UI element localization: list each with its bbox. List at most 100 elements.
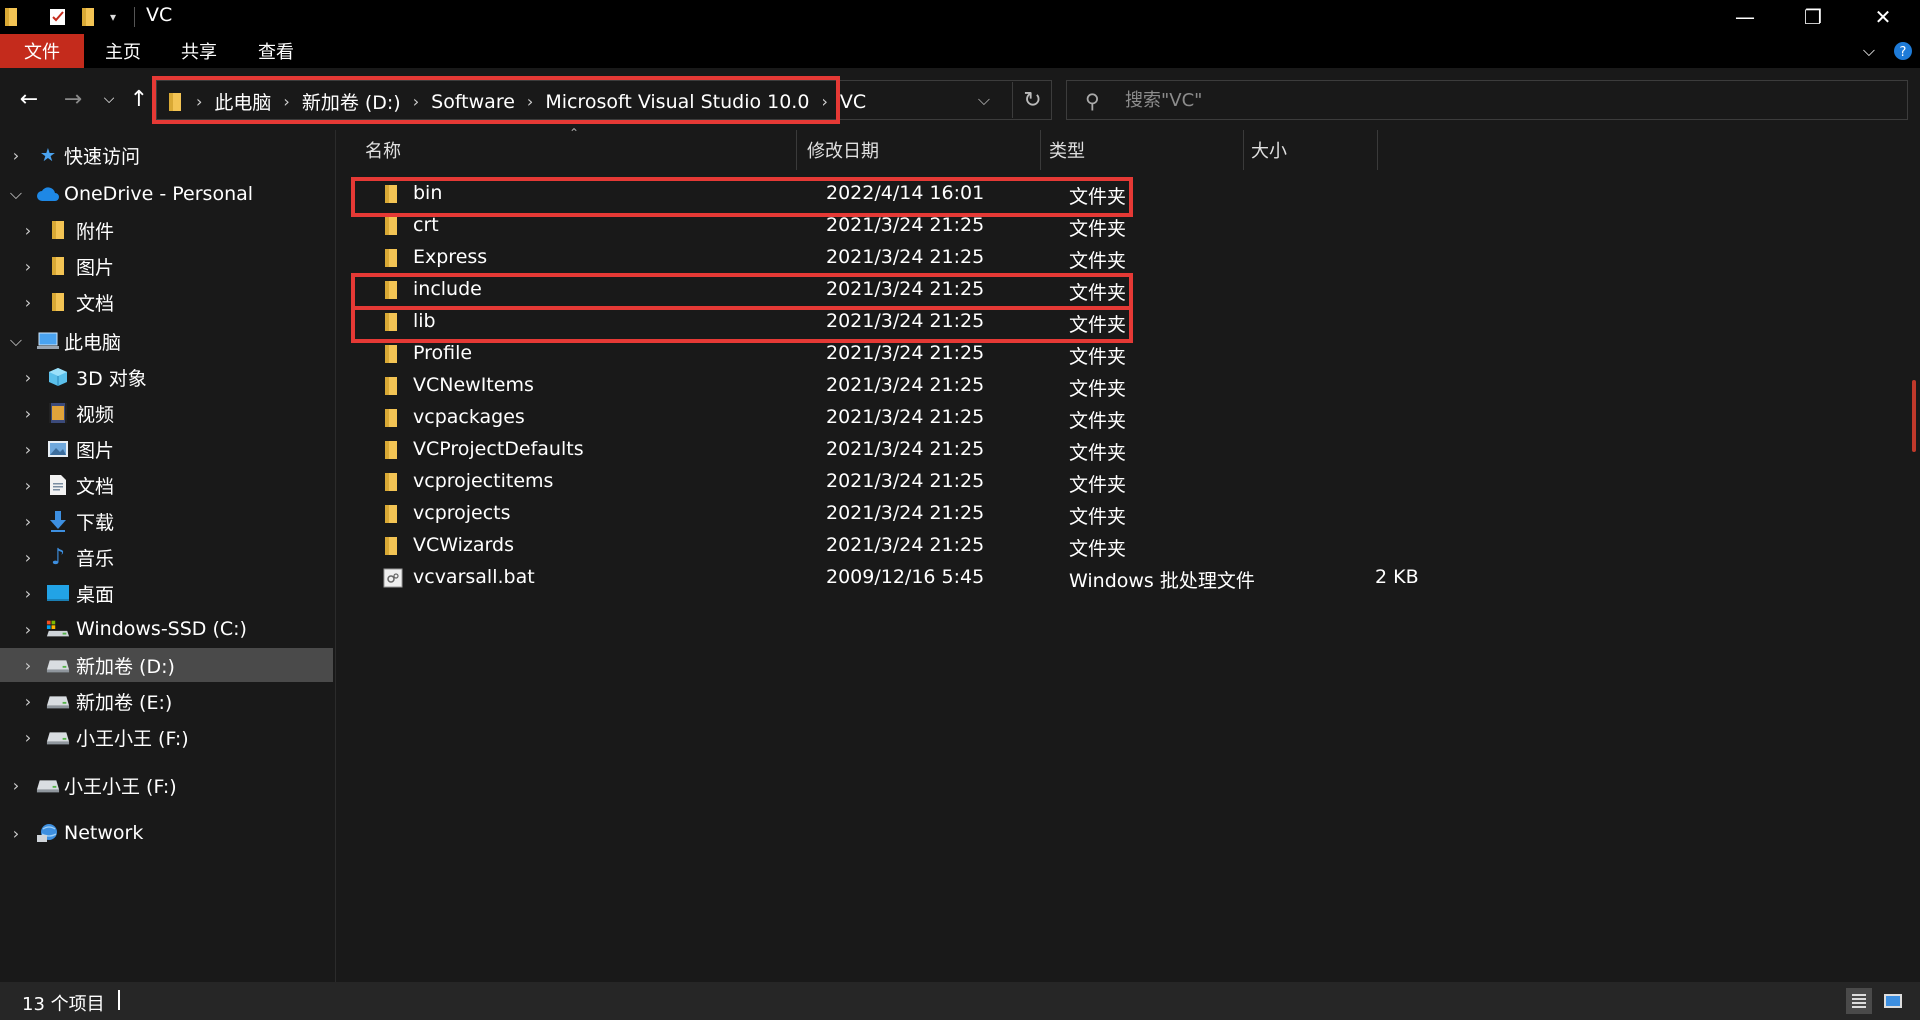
column-divider[interactable] <box>1243 130 1244 170</box>
chevron-right-icon[interactable]: › <box>18 368 38 387</box>
nav-onedrive-pictures[interactable]: › 图片 <box>0 249 333 283</box>
drive-icon <box>46 689 70 713</box>
help-icon[interactable]: ? <box>1890 34 1916 68</box>
nav-pictures[interactable]: › 图片 <box>0 432 333 466</box>
minimize-button[interactable]: — <box>1710 0 1780 34</box>
scrollbar-thumb[interactable] <box>1912 380 1916 452</box>
nav-removable-drive-f[interactable]: › 小王小王 (F:) <box>0 768 333 802</box>
large-icons-view-icon[interactable] <box>1880 988 1906 1014</box>
file-type: 文件夹 <box>1069 442 1127 464</box>
nav-onedrive-documents[interactable]: › 文档 <box>0 285 333 319</box>
nav-drive-d[interactable]: › 新加卷 (D:) <box>0 648 333 682</box>
highlight-box-divider <box>355 306 1129 310</box>
ribbon-expand-icon[interactable]: ⌵ <box>1854 34 1884 68</box>
nav-music[interactable]: › ♪ 音乐 <box>0 540 333 574</box>
nav-this-pc[interactable]: ⌵ 此电脑 <box>0 324 333 358</box>
file-type: 文件夹 <box>1069 218 1127 240</box>
chevron-right-icon[interactable]: › <box>18 404 38 423</box>
chevron-right-icon[interactable]: › <box>6 776 26 795</box>
star-icon: ★ <box>39 144 57 166</box>
file-row[interactable]: vcpackages 2021/3/24 21:25 文件夹 <box>355 402 1455 434</box>
chevron-right-icon[interactable]: › <box>18 728 38 747</box>
nav-label: 音乐 <box>76 547 115 570</box>
network-icon <box>36 821 60 845</box>
tab-view[interactable]: 查看 <box>245 34 307 68</box>
file-list: ⌃ 名称 修改日期 类型 大小 bin 2022/4/14 16:01 文件夹 crt… <box>337 126 1920 982</box>
column-divider[interactable] <box>796 130 797 170</box>
nav-label: Network <box>64 822 144 844</box>
nav-drive-e[interactable]: › 新加卷 (E:) <box>0 684 333 718</box>
address-history-dropdown-icon[interactable]: ⌵ <box>970 86 998 114</box>
nav-downloads[interactable]: › 下载 <box>0 504 333 538</box>
chevron-right-icon[interactable]: › <box>18 584 38 603</box>
file-modified: 2021/3/24 21:25 <box>826 470 985 492</box>
nav-videos[interactable]: › 视频 <box>0 396 333 430</box>
forward-button[interactable]: → <box>58 82 88 116</box>
chevron-right-icon[interactable]: › <box>18 257 38 276</box>
svg-text:?: ? <box>1900 45 1907 60</box>
chevron-right-icon[interactable]: › <box>18 512 38 531</box>
tab-home[interactable]: 主页 <box>92 34 154 68</box>
nav-quick-access[interactable]: › ★ 快速访问 <box>0 138 333 172</box>
nav-drive-f[interactable]: › 小王小王 (F:) <box>0 720 333 754</box>
column-divider[interactable] <box>1377 130 1378 170</box>
chevron-right-icon[interactable]: › <box>18 620 38 639</box>
file-row[interactable]: VCProjectDefaults 2021/3/24 21:25 文件夹 <box>355 434 1455 466</box>
column-header-type[interactable]: 类型 <box>1049 130 1239 170</box>
details-view-icon[interactable] <box>1846 988 1872 1014</box>
chevron-right-icon[interactable]: › <box>6 146 26 165</box>
nav-onedrive-attachments[interactable]: › 附件 <box>0 213 333 247</box>
maximize-button[interactable]: ❐ <box>1778 0 1848 34</box>
close-button[interactable]: ✕ <box>1848 0 1918 34</box>
chevron-right-icon[interactable]: › <box>18 692 38 711</box>
chevron-right-icon[interactable]: › <box>18 293 38 312</box>
column-divider[interactable] <box>1040 130 1041 170</box>
nav-3d-objects[interactable]: › 3D 对象 <box>0 360 333 394</box>
tab-share[interactable]: 共享 <box>168 34 230 68</box>
nav-documents[interactable]: › 文档 <box>0 468 333 502</box>
chevron-down-icon[interactable]: ⌵ <box>6 331 26 351</box>
vertical-scrollbar[interactable] <box>1908 130 1920 982</box>
chevron-right-icon[interactable]: › <box>18 548 38 567</box>
back-button[interactable]: ← <box>14 82 44 116</box>
window-title: VC <box>146 4 173 26</box>
chevron-right-icon[interactable]: › <box>18 440 38 459</box>
folder-icon <box>383 472 403 492</box>
file-name: VCProjectDefaults <box>413 438 584 460</box>
file-row[interactable]: Express 2021/3/24 21:25 文件夹 <box>355 242 1455 274</box>
file-row[interactable]: vcprojectitems 2021/3/24 21:25 文件夹 <box>355 466 1455 498</box>
folder-icon <box>46 290 70 314</box>
file-modified: 2021/3/24 21:25 <box>826 214 985 236</box>
column-header-size[interactable]: 大小 <box>1251 130 1371 170</box>
recent-locations-icon[interactable]: ⌵ <box>94 82 124 116</box>
chevron-right-icon[interactable]: › <box>6 824 26 843</box>
column-header-name[interactable]: 名称 <box>365 130 825 170</box>
chevron-right-icon[interactable]: › <box>18 476 38 495</box>
nav-label: 视频 <box>76 403 115 426</box>
file-row[interactable]: VCNewItems 2021/3/24 21:25 文件夹 <box>355 370 1455 402</box>
chevron-down-icon[interactable]: ⌵ <box>6 184 26 204</box>
nav-onedrive[interactable]: ⌵ OneDrive - Personal <box>0 177 333 211</box>
nav-label: 新加卷 (E:) <box>76 691 173 714</box>
properties-icon[interactable] <box>48 6 68 28</box>
column-header-modified[interactable]: 修改日期 <box>807 130 1037 170</box>
search-icon: ⚲ <box>1085 89 1100 113</box>
folder-icon <box>46 254 70 278</box>
file-row[interactable]: vcvarsall.bat 2009/12/16 5:45 Windows 批处理文… <box>355 562 1455 594</box>
search-box: ⚲ <box>1066 80 1908 120</box>
nav-label: 桌面 <box>76 583 115 606</box>
chevron-right-icon[interactable]: › <box>18 221 38 240</box>
drive-icon <box>46 617 70 641</box>
customize-toolbar-icon[interactable]: ▾ <box>110 6 116 28</box>
nav-desktop[interactable]: › 桌面 <box>0 576 333 610</box>
file-row[interactable]: vcprojects 2021/3/24 21:25 文件夹 <box>355 498 1455 530</box>
up-button[interactable]: ↑ <box>124 82 154 116</box>
nav-drive-c[interactable]: › Windows-SSD (C:) <box>0 612 333 646</box>
file-row[interactable]: VCWizards 2021/3/24 21:25 文件夹 <box>355 530 1455 562</box>
search-input[interactable] <box>1125 87 1825 113</box>
refresh-icon[interactable]: ↻ <box>1012 82 1052 118</box>
chevron-right-icon[interactable]: › <box>18 656 38 675</box>
tab-file[interactable]: 文件 <box>0 34 84 68</box>
nav-network[interactable]: › Network <box>0 816 333 850</box>
new-folder-icon[interactable] <box>80 6 96 28</box>
